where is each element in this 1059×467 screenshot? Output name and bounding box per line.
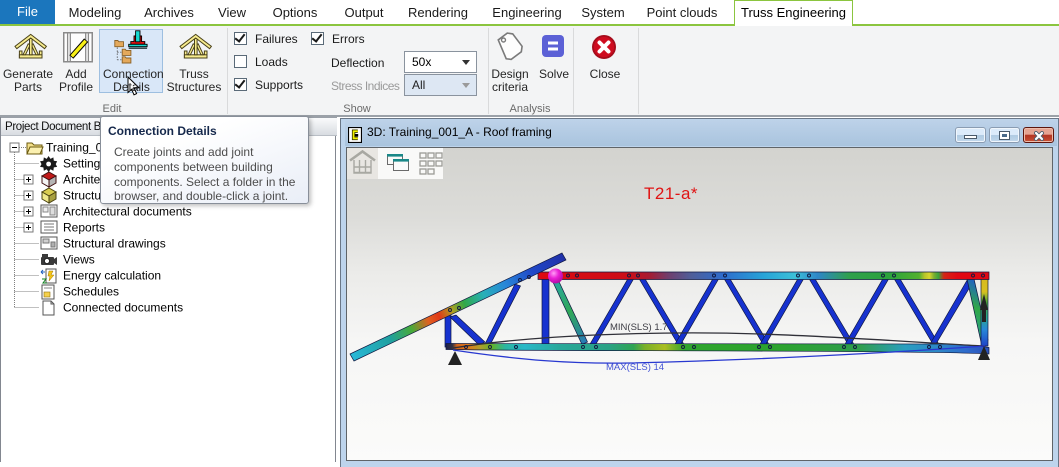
svg-text:Structu: Structu: [63, 189, 101, 203]
svg-text:Reports: Reports: [63, 221, 105, 235]
svg-text:Connected documents: Connected documents: [63, 301, 183, 315]
svg-text:Archite: Archite: [63, 173, 101, 187]
svg-text:Architectural documents: Architectural documents: [63, 205, 192, 219]
svg-text:Views: Views: [63, 253, 95, 267]
svg-text:Structural drawings: Structural drawings: [63, 237, 166, 251]
svg-text:MAX(SLS) 14: MAX(SLS) 14: [606, 362, 664, 373]
svg-text:Schedules: Schedules: [63, 285, 119, 299]
svg-text:MIN(SLS) 1.7: MIN(SLS) 1.7: [610, 322, 668, 333]
svg-text:Energy calculation: Energy calculation: [63, 269, 161, 283]
